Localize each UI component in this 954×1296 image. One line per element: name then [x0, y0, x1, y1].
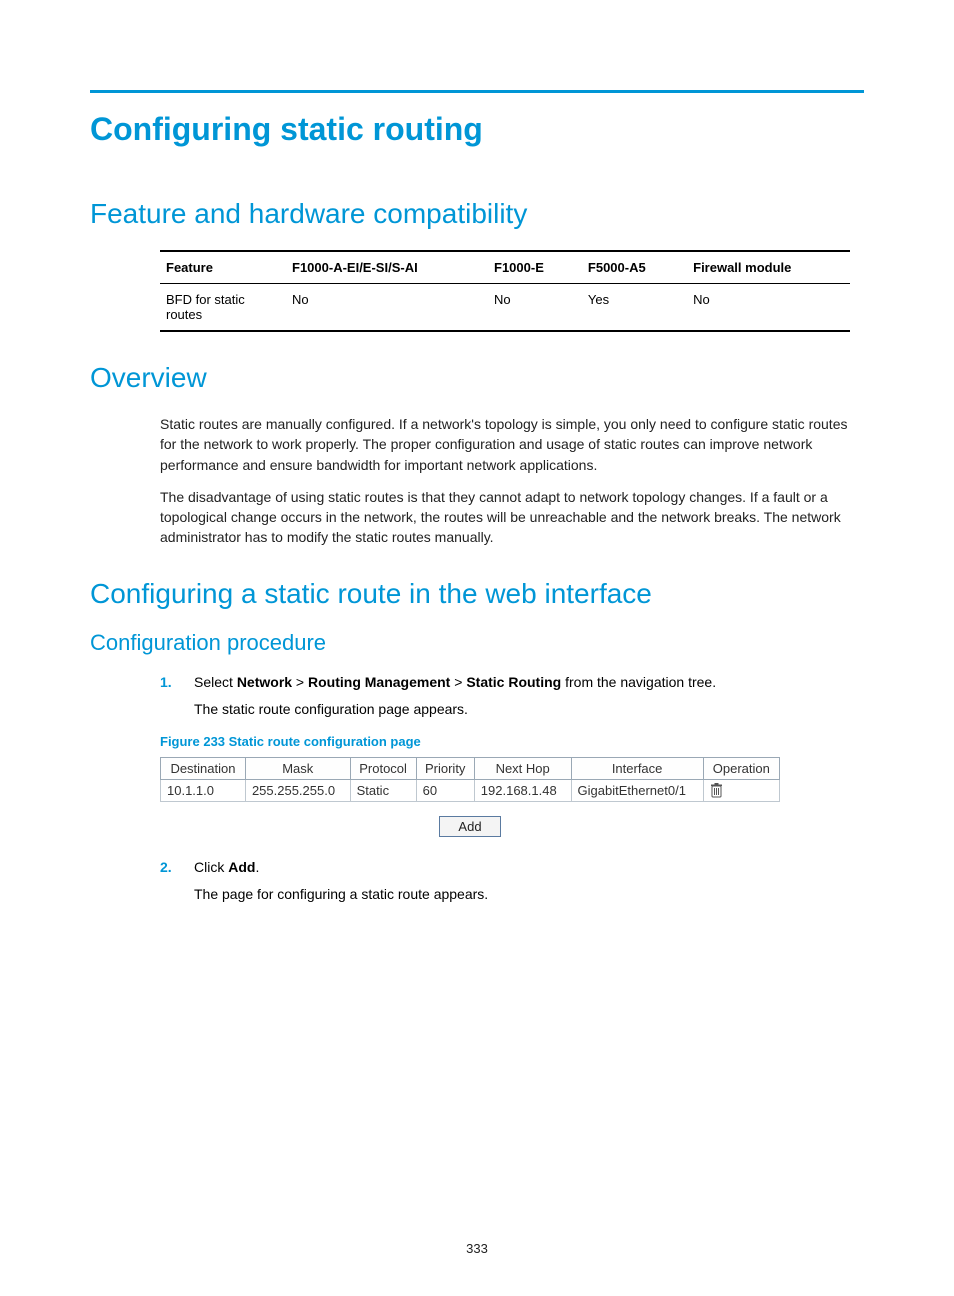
cell-mask: 255.255.255.0	[245, 779, 350, 801]
step2-suffix: .	[255, 859, 259, 875]
step-2: 2. Click Add. The page for configuring a…	[160, 857, 864, 905]
cell-destination: 10.1.1.0	[161, 779, 246, 801]
page-title: Configuring static routing	[90, 111, 864, 148]
th-f1000a: F1000-A-EI/E-SI/S-AI	[286, 251, 488, 284]
col-destination: Destination	[161, 757, 246, 779]
step1-prefix: Select	[194, 674, 237, 690]
col-operation: Operation	[703, 757, 779, 779]
table-header-row: Feature F1000-A-EI/E-SI/S-AI F1000-E F50…	[160, 251, 850, 284]
cell-f5000a5: Yes	[582, 284, 687, 332]
cell-f1000e: No	[488, 284, 582, 332]
step-number: 1.	[160, 674, 194, 690]
nav-network: Network	[237, 674, 292, 690]
static-route-table: Destination Mask Protocol Priority Next …	[160, 757, 780, 802]
step2-prefix: Click	[194, 859, 228, 875]
cell-priority: 60	[416, 779, 474, 801]
trash-icon[interactable]	[710, 783, 773, 798]
cell-protocol: Static	[350, 779, 416, 801]
nav-static-routing: Static Routing	[466, 674, 561, 690]
th-f5000a5: F5000-A5	[582, 251, 687, 284]
figure-caption: Figure 233 Static route configuration pa…	[160, 734, 864, 749]
cell-f1000a: No	[286, 284, 488, 332]
step-number: 2.	[160, 859, 194, 875]
cell-firewall: No	[687, 284, 850, 332]
cell-operation	[703, 779, 779, 801]
cell-nexthop: 192.168.1.48	[474, 779, 571, 801]
nav-sep: >	[450, 674, 466, 690]
col-priority: Priority	[416, 757, 474, 779]
step1-suffix: from the navigation tree.	[561, 674, 716, 690]
th-feature: Feature	[160, 251, 286, 284]
cell-feature: BFD for static routes	[160, 284, 286, 332]
col-mask: Mask	[245, 757, 350, 779]
overview-paragraph-2: The disadvantage of using static routes …	[160, 487, 864, 548]
step2-sub: The page for configuring a static route …	[194, 884, 864, 905]
page-number: 333	[0, 1241, 954, 1256]
step2-bold: Add	[228, 859, 255, 875]
col-nexthop: Next Hop	[474, 757, 571, 779]
ui-header-row: Destination Mask Protocol Priority Next …	[161, 757, 780, 779]
cell-interface: GigabitEthernet0/1	[571, 779, 703, 801]
nav-sep: >	[292, 674, 308, 690]
col-interface: Interface	[571, 757, 703, 779]
section-heading-compat: Feature and hardware compatibility	[90, 198, 864, 230]
nav-routing-management: Routing Management	[308, 674, 450, 690]
section-heading-overview: Overview	[90, 362, 864, 394]
section-heading-config: Configuring a static route in the web in…	[90, 578, 864, 610]
overview-paragraph-1: Static routes are manually configured. I…	[160, 414, 864, 475]
ui-data-row: 10.1.1.0 255.255.255.0 Static 60 192.168…	[161, 779, 780, 801]
table-row: BFD for static routes No No Yes No	[160, 284, 850, 332]
subsection-heading-procedure: Configuration procedure	[90, 630, 864, 656]
th-firewall: Firewall module	[687, 251, 850, 284]
add-button[interactable]: Add	[439, 816, 500, 837]
compat-table: Feature F1000-A-EI/E-SI/S-AI F1000-E F50…	[160, 250, 850, 332]
step1-sub: The static route configuration page appe…	[194, 699, 864, 720]
step-1: 1. Select Network > Routing Management >…	[160, 672, 864, 837]
th-f1000e: F1000-E	[488, 251, 582, 284]
step-text: Select Network > Routing Management > St…	[194, 672, 864, 693]
step-text: Click Add.	[194, 857, 864, 878]
col-protocol: Protocol	[350, 757, 416, 779]
top-divider	[90, 90, 864, 93]
